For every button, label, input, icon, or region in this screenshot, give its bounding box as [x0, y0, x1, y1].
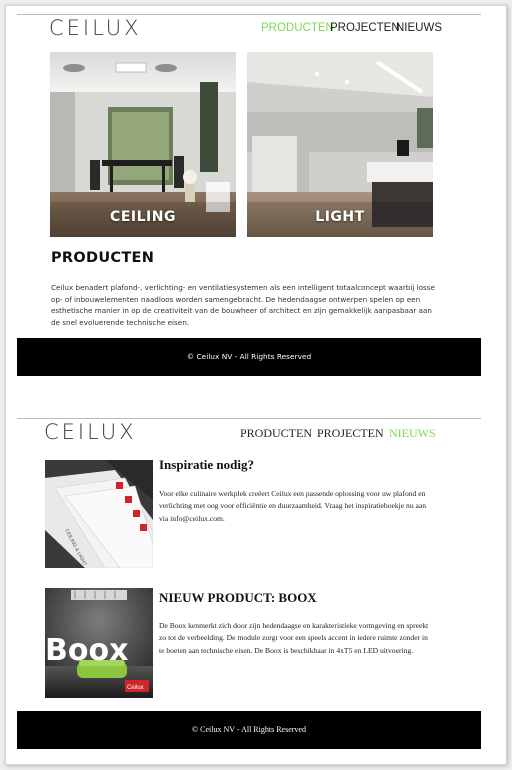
- light-tile[interactable]: LIGHT: [247, 52, 433, 237]
- booklets-illustration: CEILING & LIGHT: [45, 460, 153, 568]
- products-heading: PRODUCTEN: [51, 250, 155, 266]
- ceiling-tile-label: CEILING: [110, 209, 176, 225]
- nav-nieuws[interactable]: NIEUWS: [396, 22, 442, 34]
- article-inspiration-title[interactable]: Inspiratie nodig?: [159, 457, 254, 473]
- nav-projecten[interactable]: PROJECTEN: [330, 22, 400, 34]
- second-divider: [17, 418, 481, 419]
- ceilux-badge: Ceilux: [127, 685, 144, 691]
- nav-projecten-2[interactable]: PROJECTEN: [317, 426, 384, 441]
- email2-footer: © Ceilux NV - All Rights Reserved: [17, 711, 481, 749]
- inspiration-booklet-image[interactable]: CEILING & LIGHT: [45, 460, 153, 568]
- article-boox-body: De Boox kenmerkt zich door zijn hedendaa…: [159, 621, 429, 655]
- top-divider: [17, 14, 481, 15]
- ceilux-logo-2[interactable]: CEILUX: [44, 420, 137, 444]
- article-boox-title[interactable]: NIEUW PRODUCT: BOOX: [159, 590, 317, 606]
- light-tile-label: LIGHT: [315, 209, 365, 225]
- ceilux-logo[interactable]: CEILUX: [49, 16, 142, 40]
- email1-footer: © Ceilux NV - All Rights Reserved: [17, 338, 481, 376]
- ceiling-tile[interactable]: CEILING: [50, 52, 236, 237]
- boox-image-title: Boox: [45, 633, 128, 668]
- nav-nieuws-2[interactable]: NIEUWS: [389, 426, 436, 441]
- article-inspiration-body: Voor elke culinaire werkplek creëert Cei…: [159, 489, 427, 523]
- products-description: Ceilux benadert plafond-, verlichting- e…: [51, 283, 435, 327]
- boox-product-image[interactable]: Boox Ceilux: [45, 588, 153, 698]
- boox-illustration: Boox Ceilux: [45, 588, 153, 698]
- nav-producten-2[interactable]: PRODUCTEN: [240, 426, 312, 441]
- nav-producten[interactable]: PRODUCTEN: [261, 22, 334, 34]
